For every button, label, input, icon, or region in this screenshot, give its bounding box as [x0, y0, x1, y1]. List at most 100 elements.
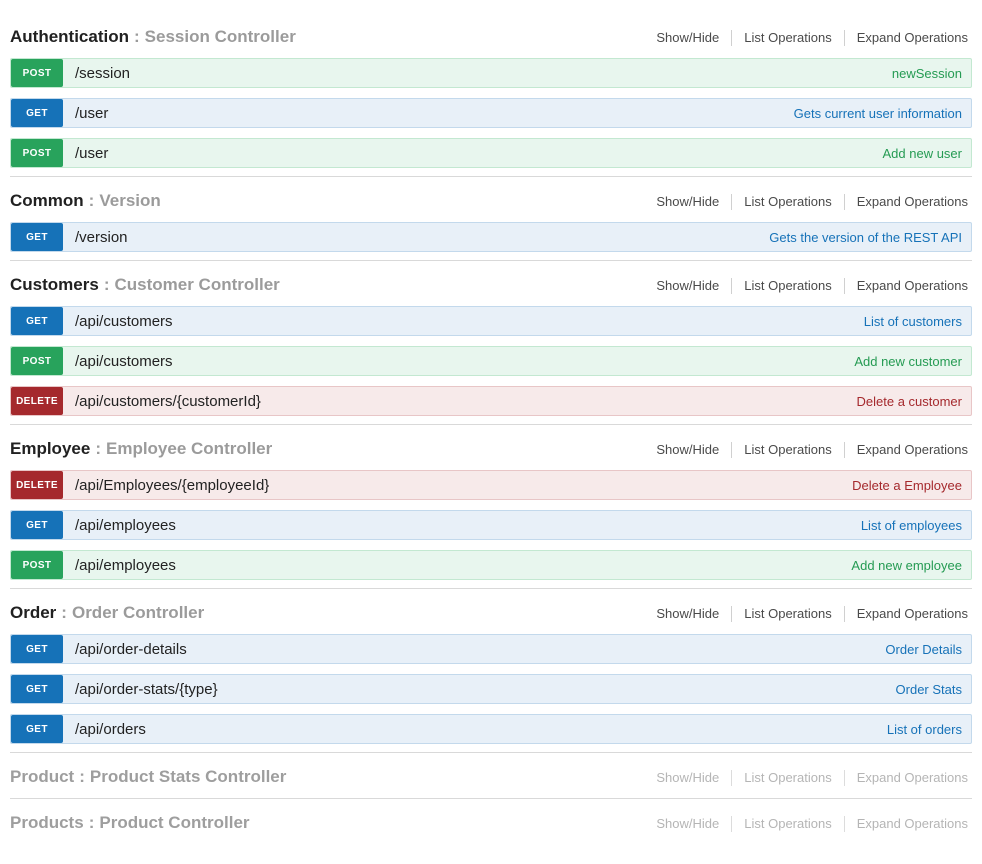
resource-name[interactable]: Product — [10, 767, 74, 786]
http-method-badge: GET — [11, 99, 63, 127]
show-hide-link[interactable]: Show/Hide — [644, 442, 731, 458]
resource-title: Authentication:Session Controller — [10, 26, 296, 47]
endpoint-path[interactable]: /api/customers/{customerId} — [75, 387, 261, 415]
controller-name: Product Controller — [99, 813, 249, 832]
resource-options: Show/Hide List Operations Expand Operati… — [644, 770, 968, 786]
show-hide-link[interactable]: Show/Hide — [644, 770, 731, 786]
resource-heading: Customers:Customer Controller Show/Hide … — [10, 274, 972, 306]
show-hide-link[interactable]: Show/Hide — [644, 30, 731, 46]
endpoint-summary[interactable]: List of orders — [887, 715, 971, 743]
endpoint-row[interactable]: GET /api/order-stats/{type} Order Stats — [10, 674, 972, 704]
http-method-badge: GET — [11, 635, 63, 663]
endpoint-path[interactable]: /user — [75, 99, 108, 127]
expand-operations-link[interactable]: Expand Operations — [844, 278, 968, 294]
endpoint-summary[interactable]: newSession — [892, 59, 971, 87]
resource-name[interactable]: Common — [10, 191, 84, 210]
api-resources: Authentication:Session Controller Show/H… — [0, 0, 982, 864]
endpoint-summary[interactable]: Add new employee — [851, 551, 971, 579]
controller-name: Version — [99, 191, 160, 210]
endpoint-path[interactable]: /api/Employees/{employeeId} — [75, 471, 269, 499]
endpoint-row[interactable]: POST /api/employees Add new employee — [10, 550, 972, 580]
endpoint-summary[interactable]: Gets the version of the REST API — [769, 223, 971, 251]
http-method-badge: GET — [11, 715, 63, 743]
endpoint-summary[interactable]: Delete a Employee — [852, 471, 971, 499]
expand-operations-link[interactable]: Expand Operations — [844, 194, 968, 210]
show-hide-link[interactable]: Show/Hide — [644, 194, 731, 210]
endpoint-summary[interactable]: Order Details — [885, 635, 971, 663]
expand-operations-link[interactable]: Expand Operations — [844, 442, 968, 458]
endpoint-summary[interactable]: Add new user — [883, 139, 972, 167]
resource-options: Show/Hide List Operations Expand Operati… — [644, 442, 968, 458]
endpoint-row[interactable]: DELETE /api/Employees/{employeeId} Delet… — [10, 470, 972, 500]
list-operations-link[interactable]: List Operations — [731, 442, 843, 458]
resource-options: Show/Hide List Operations Expand Operati… — [644, 30, 968, 46]
endpoint-list: GET /version Gets the version of the RES… — [10, 222, 972, 252]
endpoint-row[interactable]: GET /version Gets the version of the RES… — [10, 222, 972, 252]
list-operations-link[interactable]: List Operations — [731, 770, 843, 786]
endpoint-summary[interactable]: List of employees — [861, 511, 971, 539]
resource-title: Customers:Customer Controller — [10, 274, 280, 295]
list-operations-link[interactable]: List Operations — [731, 606, 843, 622]
endpoint-row[interactable]: GET /api/orders List of orders — [10, 714, 972, 744]
resource-heading: Order: Order Controller Show/Hide List Op… — [10, 602, 972, 634]
endpoint-row[interactable]: GET /api/employees List of employees — [10, 510, 972, 540]
endpoint-path[interactable]: /api/employees — [75, 511, 176, 539]
endpoint-path[interactable]: /api/orders — [75, 715, 146, 743]
endpoint-list: GET /api/order-details Order Details GET… — [10, 634, 972, 744]
api-resource-section: Order: Order Controller Show/Hide List Op… — [10, 589, 972, 753]
endpoint-path[interactable]: /api/order-details — [75, 635, 187, 663]
list-operations-link[interactable]: List Operations — [731, 194, 843, 210]
endpoint-summary[interactable]: Gets current user information — [794, 99, 971, 127]
endpoint-path[interactable]: /session — [75, 59, 130, 87]
endpoint-summary[interactable]: Order Stats — [896, 675, 971, 703]
endpoint-summary[interactable]: Add new customer — [854, 347, 971, 375]
endpoint-row[interactable]: GET /api/customers List of customers — [10, 306, 972, 336]
resource-name[interactable]: Customers — [10, 275, 99, 294]
endpoint-row[interactable]: GET /api/order-details Order Details — [10, 634, 972, 664]
resource-name[interactable]: Products — [10, 813, 84, 832]
api-resource-section: Authentication:Session Controller Show/H… — [10, 13, 972, 177]
http-method-badge: DELETE — [11, 471, 63, 499]
heading-separator: : — [89, 813, 95, 832]
expand-operations-link[interactable]: Expand Operations — [844, 816, 968, 832]
list-operations-link[interactable]: List Operations — [731, 30, 843, 46]
resource-name[interactable]: Order — [10, 603, 56, 622]
resource-name[interactable]: Employee — [10, 439, 90, 458]
show-hide-link[interactable]: Show/Hide — [644, 816, 731, 832]
resource-heading: Common:Version Show/Hide List Operations… — [10, 190, 972, 222]
resource-title: Employee:Employee Controller — [10, 438, 272, 459]
heading-separator: : — [79, 767, 85, 786]
resource-options: Show/Hide List Operations Expand Operati… — [644, 278, 968, 294]
endpoint-path[interactable]: /user — [75, 139, 108, 167]
endpoint-summary[interactable]: Delete a customer — [857, 387, 972, 415]
endpoint-summary[interactable]: List of customers — [864, 307, 971, 335]
endpoint-path[interactable]: /version — [75, 223, 128, 251]
api-resource-section: Customers:Customer Controller Show/Hide … — [10, 261, 972, 425]
show-hide-link[interactable]: Show/Hide — [644, 278, 731, 294]
resource-name[interactable]: Authentication — [10, 27, 129, 46]
api-resource-section: Product:Product Stats Controller Show/Hi… — [10, 753, 972, 799]
list-operations-link[interactable]: List Operations — [731, 816, 843, 832]
resource-heading: Product:Product Stats Controller Show/Hi… — [10, 766, 972, 798]
show-hide-link[interactable]: Show/Hide — [644, 606, 731, 622]
expand-operations-link[interactable]: Expand Operations — [844, 30, 968, 46]
endpoint-path[interactable]: /api/customers — [75, 307, 173, 335]
endpoint-path[interactable]: /api/customers — [75, 347, 173, 375]
heading-separator: : — [61, 603, 67, 622]
endpoint-path[interactable]: /api/order-stats/{type} — [75, 675, 218, 703]
resource-title: Products:Product Controller — [10, 812, 250, 833]
api-resource-section: Employee:Employee Controller Show/Hide L… — [10, 425, 972, 589]
expand-operations-link[interactable]: Expand Operations — [844, 606, 968, 622]
resource-heading: Authentication:Session Controller Show/H… — [10, 26, 972, 58]
endpoint-row[interactable]: POST /api/customers Add new customer — [10, 346, 972, 376]
endpoint-row[interactable]: POST /user Add new user — [10, 138, 972, 168]
list-operations-link[interactable]: List Operations — [731, 278, 843, 294]
controller-name: Order Controller — [72, 603, 204, 622]
api-resource-section: Products:Product Controller Show/Hide Li… — [10, 799, 972, 844]
expand-operations-link[interactable]: Expand Operations — [844, 770, 968, 786]
endpoint-list: GET /api/customers List of customers POS… — [10, 306, 972, 416]
endpoint-row[interactable]: DELETE /api/customers/{customerId} Delet… — [10, 386, 972, 416]
endpoint-path[interactable]: /api/employees — [75, 551, 176, 579]
endpoint-row[interactable]: GET /user Gets current user information — [10, 98, 972, 128]
endpoint-row[interactable]: POST /session newSession — [10, 58, 972, 88]
